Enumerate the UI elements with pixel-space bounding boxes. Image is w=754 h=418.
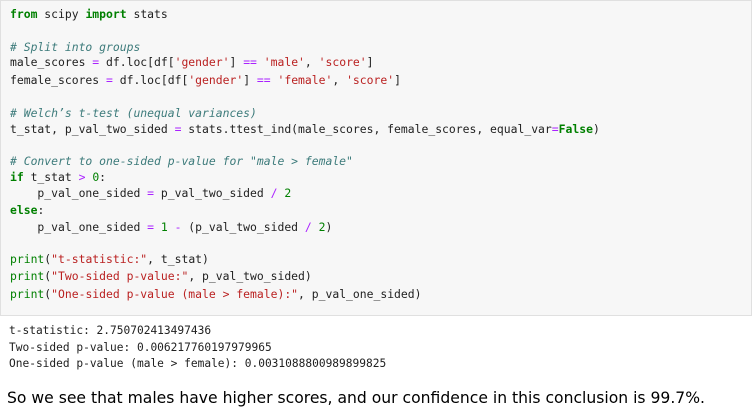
- code-token: , p_val_two_sided): [188, 269, 312, 283]
- code-token: female_scores: [10, 73, 107, 87]
- code-token: ,: [332, 73, 347, 87]
- code-token: ==: [243, 55, 257, 69]
- code-line: t_stat, p_val_two_sided = stats.ttest_in…: [10, 120, 600, 138]
- code-token: "Two-sided p-value:": [51, 269, 189, 283]
- code-token: # Convert to one-sided p-value for "male…: [10, 154, 353, 168]
- code-token: 2: [284, 186, 292, 200]
- code-token: "One-sided p-value (male > female):": [51, 287, 299, 301]
- code-token: df.loc[df[: [112, 73, 189, 87]
- output-line: t-statistic: 2.750702413497436: [9, 324, 212, 337]
- notebook-page: from scipy import stats # Split into grou…: [0, 0, 754, 418]
- code-cell[interactable]: from scipy import stats # Split into grou…: [0, 0, 752, 316]
- code-token: =: [147, 186, 155, 200]
- code-token: :: [37, 203, 45, 217]
- code-token: import: [85, 7, 127, 21]
- code-line: from scipy import stats: [10, 5, 168, 23]
- code-token: if: [10, 170, 24, 184]
- code-token: 'score': [318, 55, 367, 69]
- code-token: ==: [256, 73, 271, 87]
- code-token: 'gender': [174, 55, 230, 69]
- code-token: =: [106, 73, 113, 87]
- code-token: , t_stat): [147, 252, 209, 266]
- code-token: ]: [229, 55, 244, 69]
- code-token: =: [147, 220, 155, 234]
- code-token: # Split into groups: [10, 40, 141, 54]
- code-line: p_val_one_sided = 1 - (p_val_two_sided /…: [10, 218, 332, 236]
- code-token: 'female': [277, 73, 333, 87]
- code-token: stats: [126, 7, 168, 21]
- code-token: ): [592, 122, 600, 136]
- code-token: else: [10, 203, 38, 217]
- code-token: /: [304, 220, 312, 234]
- code-token: 'score': [346, 73, 395, 87]
- code-token: 'male': [263, 55, 305, 69]
- code-token: (p_val_two_sided: [181, 220, 305, 234]
- code-line: female_scores = df.loc[df['gender'] == '…: [10, 71, 401, 89]
- code-token: t_stat: [23, 170, 79, 184]
- code-line: print("One-sided p-value (male > female)…: [10, 285, 422, 303]
- code-token: print: [10, 287, 45, 301]
- code-token: p_val_two_sided: [154, 186, 271, 200]
- code-token: =: [551, 122, 559, 136]
- code-token: "t-statistic:": [51, 252, 148, 266]
- code-token: print: [10, 269, 45, 283]
- code-token: ]: [243, 73, 257, 87]
- conclusion-text: So we see that males have higher scores,…: [7, 389, 705, 407]
- code-token: from: [10, 7, 38, 21]
- code-line: print("t-statistic:", t_stat): [10, 250, 209, 268]
- output-line: One-sided p-value (male > female): 0.003…: [9, 357, 387, 370]
- code-token: ): [325, 220, 333, 234]
- code-token: 1: [160, 220, 168, 234]
- code-token: p_val_one_sided: [10, 186, 148, 200]
- code-line: p_val_one_sided = p_val_two_sided / 2: [10, 184, 291, 202]
- code-token: ]: [366, 55, 374, 69]
- code-token: print: [10, 252, 45, 266]
- cell-output: t-statistic: 2.750702413497436 Two-sided …: [0, 318, 754, 374]
- code-line: print("Two-sided p-value:", p_val_two_si…: [10, 267, 312, 285]
- code-line: else:: [10, 201, 44, 219]
- code-token: False: [558, 122, 593, 136]
- code-token: scipy: [37, 7, 86, 21]
- code-token: ,: [304, 55, 319, 69]
- code-token: df.loc[df[: [99, 55, 175, 69]
- code-line: male_scores = df.loc[df['gender'] == 'ma…: [10, 53, 374, 71]
- code-token: t_stat, p_val_two_sided: [10, 122, 175, 136]
- code-token: , p_val_one_sided): [298, 287, 422, 301]
- code-token: :: [99, 170, 107, 184]
- code-token: ]: [394, 73, 401, 87]
- code-token: 'gender': [188, 73, 244, 87]
- code-token: # Welch’s t-test (unequal variances): [10, 106, 257, 120]
- code-token: p_val_one_sided: [10, 220, 148, 234]
- code-token: stats.ttest_ind(male_scores, female_scor…: [181, 122, 552, 136]
- code-token: male_scores: [10, 55, 93, 69]
